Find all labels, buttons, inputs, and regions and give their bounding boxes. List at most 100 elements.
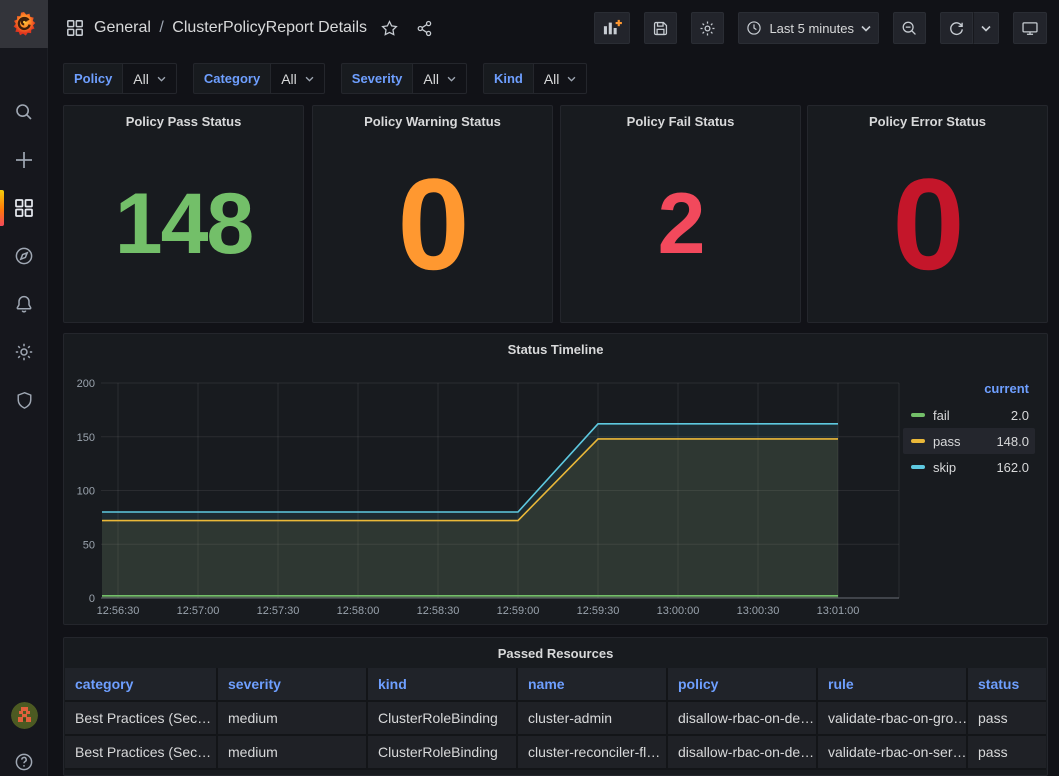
legend-series-name: skip [933,460,996,475]
table-cell-rule: validate-rbac-on-ser… [818,736,968,770]
user-avatar [11,702,38,729]
panel-title[interactable]: Policy Fail Status [561,106,800,129]
sidebar-item-create[interactable] [0,140,48,180]
stat-value-error: 0 [892,159,962,289]
refresh-button[interactable] [940,12,973,44]
chevron-down-icon [447,76,456,82]
column-header-kind[interactable]: kind [368,668,518,702]
stat-value-warning: 0 [397,159,467,289]
panel-passed-resources: Passed Resources categoryseveritykindnam… [63,637,1048,776]
column-header-name[interactable]: name [518,668,668,702]
legend-row-skip[interactable]: skip162.0 [903,454,1035,480]
chevron-down-icon [981,25,991,32]
zoom-out-time-button[interactable] [893,12,926,44]
dashboard-title: ClusterPolicyReport Details [172,19,367,36]
help-question-icon [14,752,34,772]
breadcrumb-separator: / [155,19,167,36]
svg-text:13:00:00: 13:00:00 [657,605,700,617]
table-cell-category: Best Practices (Sec… [65,736,218,770]
table-cell-status: pass [968,736,1046,770]
table-cell-severity: medium [218,702,368,736]
sidebar-item-configuration[interactable] [0,332,48,372]
search-icon [14,102,34,122]
sidebar-item-help[interactable] [0,742,48,776]
panel-policy-fail-status: Policy Fail Status 2 [560,105,801,323]
sidebar-item-search[interactable] [0,92,48,132]
filter-category: Category All [193,63,325,94]
legend-current-value: 2.0 [1011,408,1029,423]
panel-policy-pass-status: Policy Pass Status 148 [63,105,304,323]
table-cell-severity: medium [218,736,368,770]
filter-category-label[interactable]: Category [193,63,270,94]
filter-policy-label[interactable]: Policy [63,63,122,94]
table-row[interactable]: Best Practices (Sec…mediumClusterRoleBin… [65,702,1046,736]
filter-kind-label[interactable]: Kind [483,63,533,94]
sidebar-item-dashboards[interactable] [0,188,48,228]
add-panel-icon [602,19,622,37]
panel-policy-error-status: Policy Error Status 0 [807,105,1048,323]
filter-severity-label[interactable]: Severity [341,63,413,94]
svg-text:12:57:30: 12:57:30 [257,605,300,617]
save-dashboard-button[interactable] [644,12,677,44]
svg-text:12:58:30: 12:58:30 [417,605,460,617]
filter-severity-dropdown[interactable]: All [412,63,467,94]
column-header-category[interactable]: category [65,668,218,702]
sidebar-item-explore[interactable] [0,236,48,276]
star-icon [381,20,398,37]
sidebar-item-server-admin[interactable] [0,380,48,420]
svg-text:100: 100 [77,486,95,498]
table-cell-policy: disallow-rbac-on-de… [668,736,818,770]
svg-text:200: 200 [77,378,95,390]
legend-series-name: pass [933,434,996,449]
filter-kind-dropdown[interactable]: All [533,63,588,94]
legend-row-pass[interactable]: pass148.0 [903,428,1035,454]
refresh-interval-dropdown[interactable] [973,12,999,44]
svg-text:12:57:00: 12:57:00 [177,605,220,617]
panel-title[interactable]: Policy Pass Status [64,106,303,129]
save-icon [652,20,669,37]
column-header-severity[interactable]: severity [218,668,368,702]
star-dashboard-button[interactable] [377,16,402,41]
share-dashboard-button[interactable] [412,16,437,41]
panel-title[interactable]: Policy Warning Status [313,106,552,129]
timeline-chart[interactable]: 05010015020012:56:3012:57:0012:57:3012:5… [64,360,1047,624]
panel-title[interactable]: Policy Error Status [808,106,1047,129]
legend-swatch [911,465,925,469]
svg-text:12:59:00: 12:59:00 [497,605,540,617]
add-panel-button[interactable] [594,12,630,44]
legend-row-fail[interactable]: fail2.0 [903,402,1035,428]
time-range-picker[interactable]: Last 5 minutes [738,12,879,44]
filter-category-dropdown[interactable]: All [270,63,325,94]
sidebar [0,0,48,776]
filter-policy-dropdown[interactable]: All [122,63,177,94]
chart-legend: current fail2.0pass148.0skip162.0 [903,378,1035,480]
gear-icon [14,342,34,362]
panel-title[interactable]: Passed Resources [64,638,1047,661]
column-header-policy[interactable]: policy [668,668,818,702]
dashboard-icon [66,19,84,37]
panel-title[interactable]: Status Timeline [64,334,1047,357]
svg-text:12:59:30: 12:59:30 [577,605,620,617]
kiosk-mode-button[interactable] [1013,12,1047,44]
dashboard-settings-button[interactable] [691,12,724,44]
sidebar-item-alerting[interactable] [0,284,48,324]
legend-header[interactable]: current [903,378,1035,402]
chevron-down-icon [305,76,314,82]
table-row[interactable]: Best Practices (Sec…mediumClusterRoleBin… [65,736,1046,770]
legend-swatch [911,439,925,443]
compass-icon [14,246,34,266]
breadcrumb-folder[interactable]: General [94,19,151,36]
svg-text:150: 150 [77,432,95,444]
filter-kind: Kind All [483,63,587,94]
filter-severity: Severity All [341,63,467,94]
column-header-status[interactable]: status [968,668,1046,702]
sidebar-item-profile[interactable] [0,695,48,735]
grafana-logo[interactable] [0,0,48,48]
table-cell-name: cluster-admin [518,702,668,736]
active-indicator [0,190,4,226]
stat-value-pass: 148 [115,181,253,267]
share-icon [416,20,433,37]
column-header-rule[interactable]: rule [818,668,968,702]
bell-icon [14,294,34,314]
legend-series-name: fail [933,408,1011,423]
